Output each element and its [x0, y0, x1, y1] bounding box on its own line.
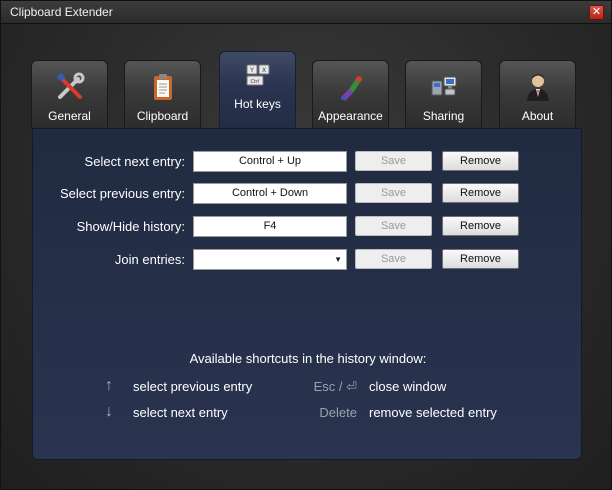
tab-clipboard[interactable]: Clipboard [124, 60, 201, 129]
clipboard-icon [153, 74, 172, 100]
hotkey-row-next-entry: Select next entry: Control + Up Save Rem… [33, 151, 583, 172]
svg-text:X: X [261, 67, 265, 74]
tab-about[interactable]: About [499, 60, 576, 129]
tab-label: Clipboard [136, 109, 189, 123]
close-icon[interactable]: ✕ [592, 7, 601, 18]
close-button[interactable]: ✕ [589, 5, 604, 20]
svg-text:Y: Y [249, 67, 254, 74]
shortcut-description: close window [369, 379, 447, 394]
hot-keys-panel: Select next entry: Control + Up Save Rem… [32, 128, 582, 460]
title-bar[interactable]: Clipboard Extender ✕ [1, 1, 611, 24]
tools-icon [56, 72, 84, 99]
remove-button[interactable]: Remove [442, 216, 519, 236]
tab-label: Sharing [422, 109, 465, 123]
tab-label: Hot keys [234, 97, 281, 111]
remove-button[interactable]: Remove [442, 183, 519, 203]
tab-label: General [48, 109, 91, 123]
save-button[interactable]: Save [355, 249, 432, 269]
hotkey-next-entry-input[interactable]: Control + Up [193, 151, 347, 172]
main-window: Clipboard Extender ✕ General Clipboard Y… [0, 0, 612, 490]
hotkey-previous-entry-input[interactable]: Control + Down [193, 183, 347, 204]
shortcut-key-esc: Esc / ⏎ [313, 379, 357, 394]
tab-sharing[interactable]: Sharing [405, 60, 482, 129]
shortcut-key-delete: Delete [319, 405, 357, 420]
shortcut-description: remove selected entry [369, 405, 497, 420]
tab-hot-keys[interactable]: Y X Ctrl Hot keys [219, 51, 296, 129]
paint-icon [340, 76, 362, 101]
network-icon [431, 76, 456, 96]
save-button[interactable]: Save [355, 216, 432, 236]
hotkey-show-hide-input[interactable]: F4 [193, 216, 347, 237]
tab-label: About [521, 109, 554, 123]
shortcut-description: select next entry [133, 405, 228, 420]
hotkey-row-join-entries: Join entries: ▼ Save Remove [33, 249, 583, 270]
hotkey-label: Select next entry: [84, 154, 185, 169]
keyboard-icon: Y X Ctrl [246, 64, 269, 86]
tab-label: Appearance [318, 109, 383, 123]
remove-button[interactable]: Remove [442, 151, 519, 171]
shortcut-description: select previous entry [133, 379, 253, 394]
arrow-down-icon: ↓ [105, 403, 113, 420]
join-entries-dropdown[interactable]: ▼ [193, 249, 347, 270]
save-button[interactable]: Save [355, 151, 432, 171]
hotkey-label: Select previous entry: [59, 186, 185, 201]
tab-general[interactable]: General [31, 60, 108, 129]
person-icon [526, 74, 549, 101]
window-title: Clipboard Extender [10, 5, 113, 19]
tab-appearance[interactable]: Appearance [312, 60, 389, 129]
remove-button[interactable]: Remove [442, 249, 519, 269]
arrow-up-icon: ↑ [105, 377, 113, 394]
hotkey-row-show-hide-history: Show/Hide history: F4 Save Remove [33, 216, 583, 237]
hotkey-label: Join entries: [114, 252, 185, 267]
save-button[interactable]: Save [355, 183, 432, 203]
svg-text:Ctrl: Ctrl [250, 79, 259, 85]
chevron-down-icon[interactable]: ▼ [334, 250, 342, 269]
hotkey-label: Show/Hide history: [76, 219, 185, 234]
hotkey-row-previous-entry: Select previous entry: Control + Down Sa… [33, 183, 583, 204]
shortcuts-title: Available shortcuts in the history windo… [189, 351, 427, 366]
tab-bar: General Clipboard Y X Ctrl Hot keys Appe… [31, 51, 581, 129]
